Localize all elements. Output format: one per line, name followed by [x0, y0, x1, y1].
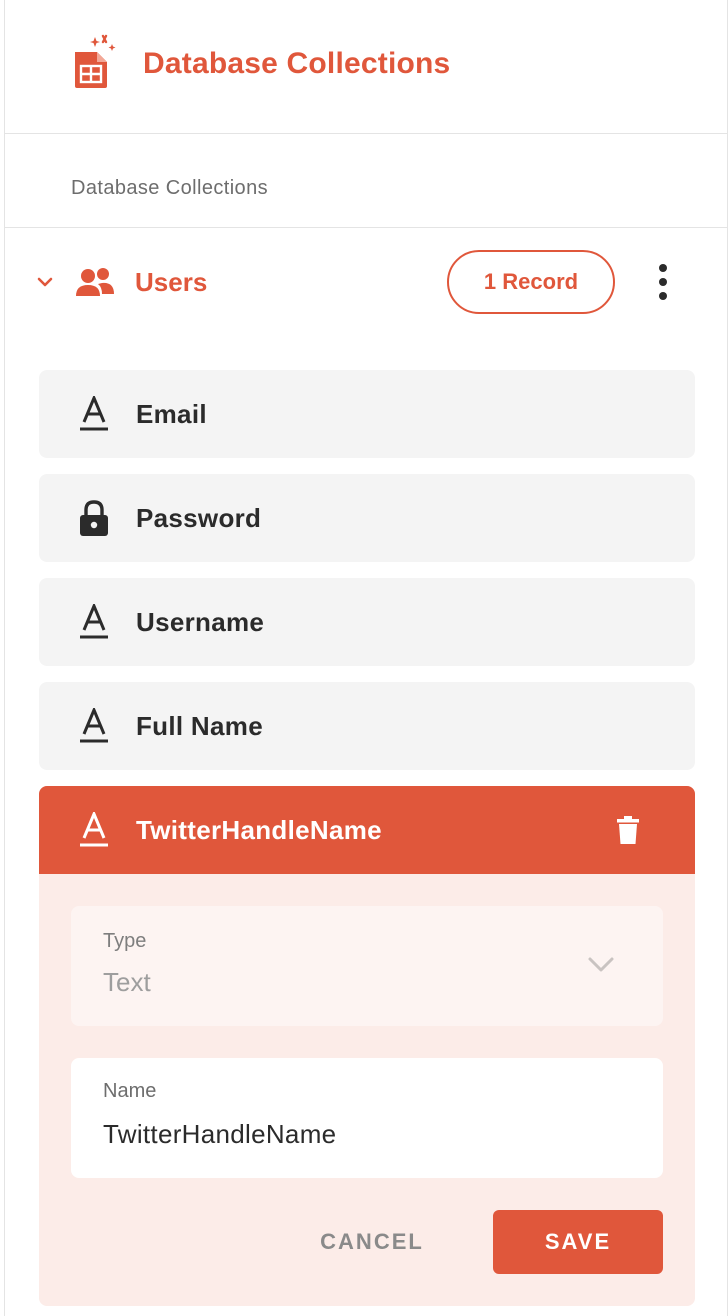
record-count-badge[interactable]: 1 Record: [447, 250, 615, 314]
field-editor-twitter-handle-name: TwitterHandleName Type Text Name CANCEL …: [39, 786, 695, 1306]
users-icon: [76, 268, 114, 296]
text-type-icon: [80, 708, 108, 743]
text-type-icon: [80, 812, 108, 847]
panel-header: Database Collections: [5, 0, 727, 134]
cancel-button[interactable]: CANCEL: [301, 1210, 443, 1274]
field-label: Email: [136, 399, 207, 429]
app-title: Database Collections: [143, 47, 451, 80]
name-label: Name: [103, 1080, 157, 1102]
more-options-icon[interactable]: [651, 262, 675, 302]
text-type-icon: [80, 604, 108, 639]
field-label: Password: [136, 503, 262, 533]
section-label: Database Collections: [71, 177, 268, 199]
name-field[interactable]: Name: [71, 1058, 663, 1178]
chevron-down-icon[interactable]: [587, 956, 615, 974]
type-value: Text: [103, 967, 151, 997]
collections-panel: Database Collections Database Collection…: [4, 0, 728, 1316]
field-row-twitter-handle-name[interactable]: TwitterHandleName: [39, 786, 695, 874]
field-label: TwitterHandleName: [136, 815, 382, 845]
type-select[interactable]: Type Text: [71, 906, 663, 1026]
field-label: Full Name: [136, 711, 263, 741]
database-sheet-icon: [75, 34, 116, 88]
text-type-icon: [80, 396, 108, 431]
lock-icon: [80, 500, 108, 536]
save-button[interactable]: SAVE: [493, 1210, 663, 1274]
chevron-down-icon[interactable]: [35, 274, 55, 290]
trash-icon[interactable]: [617, 816, 639, 844]
field-row-username[interactable]: Username: [39, 578, 695, 666]
field-row-password[interactable]: Password: [39, 474, 695, 562]
field-label: Username: [136, 607, 265, 637]
collection-name[interactable]: Users: [135, 264, 207, 300]
type-label: Type: [103, 930, 147, 952]
field-row-full-name[interactable]: Full Name: [39, 682, 695, 770]
field-row-email[interactable]: Email: [39, 370, 695, 458]
collection-row-users[interactable]: Users 1 Record: [5, 248, 727, 316]
name-input[interactable]: [103, 1114, 643, 1154]
divider: [5, 227, 727, 228]
